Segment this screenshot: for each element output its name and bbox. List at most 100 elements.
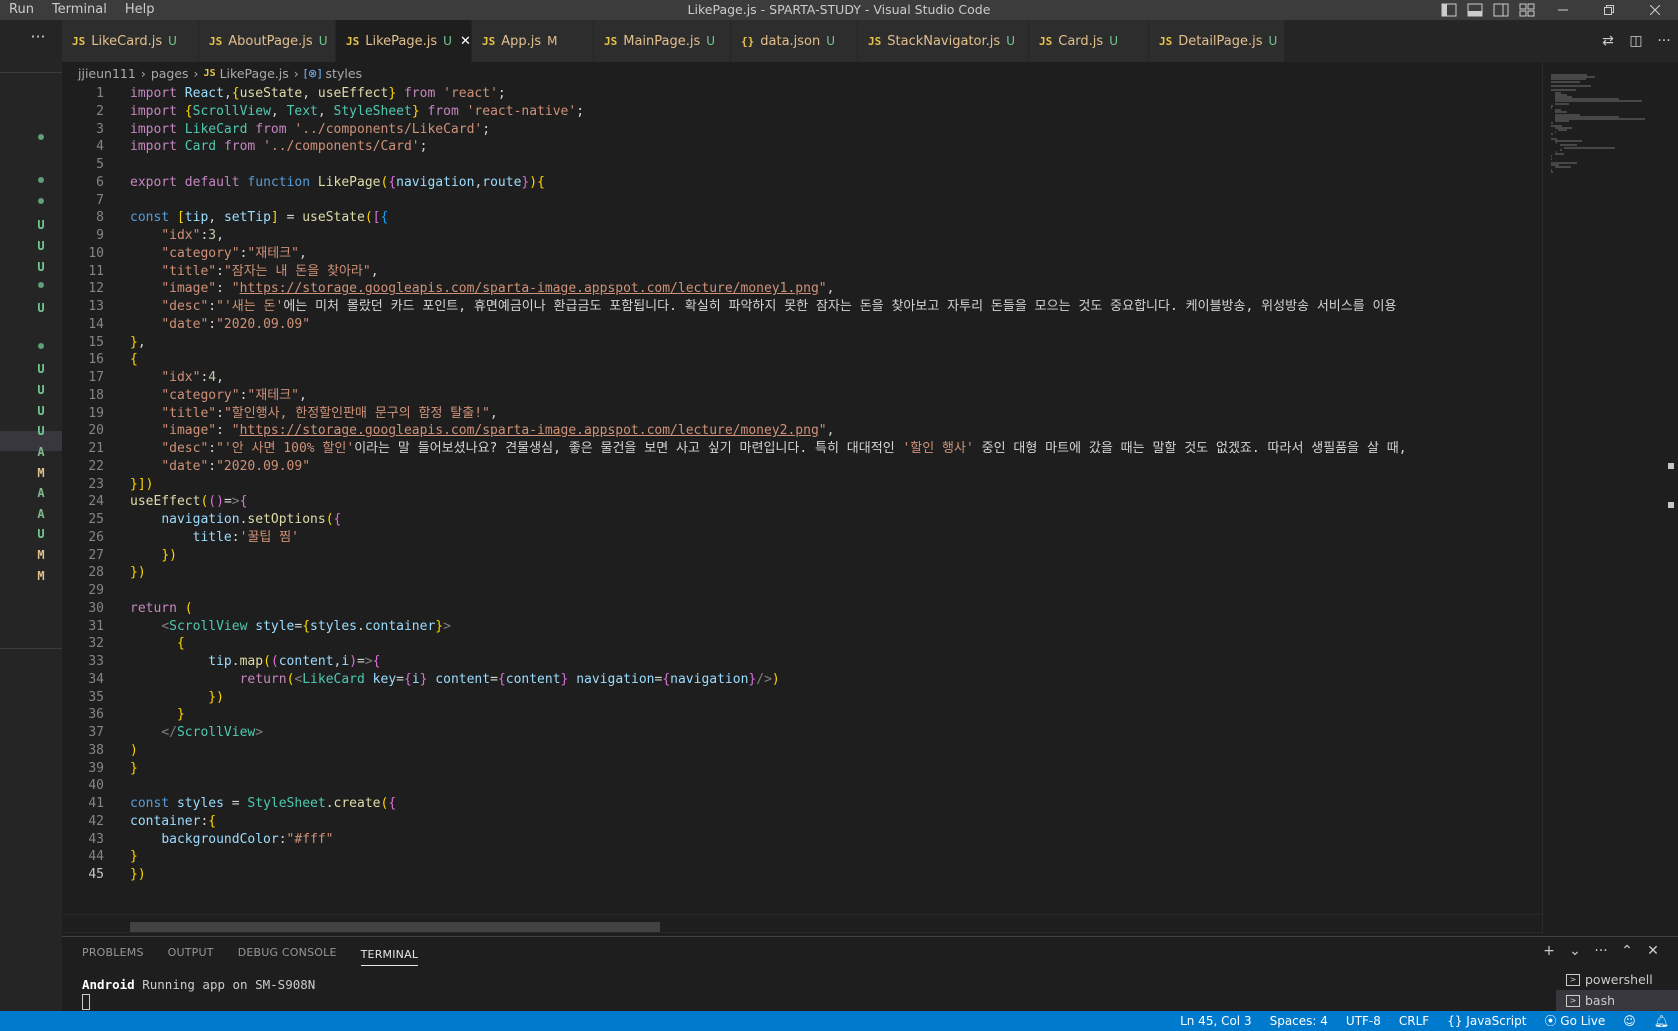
tab-detailpage[interactable]: JS DetailPage.js U (1149, 20, 1285, 62)
more-actions-icon[interactable]: ··· (1650, 33, 1678, 49)
feedback-icon[interactable]: ☺ (1614, 1011, 1645, 1031)
code-line[interactable]: 43 backgroundColor:"#fff" (62, 830, 1542, 849)
encoding[interactable]: UTF-8 (1337, 1011, 1390, 1031)
minimap[interactable] (1542, 62, 1678, 934)
cursor-position[interactable]: Ln 45, Col 3 (1171, 1011, 1261, 1031)
code-line[interactable]: 42 container:{ (62, 812, 1542, 831)
code-line[interactable]: 34 return(<LikeCard key={i} content={con… (62, 670, 1542, 689)
toggle-secondary-sidebar-icon[interactable] (1488, 0, 1514, 20)
code-line[interactable]: 27 }) (62, 546, 1542, 565)
close-panel-icon[interactable]: ✕ (1640, 943, 1666, 959)
code-line[interactable]: 13 "desc":"'새는 돈'에는 미처 몰랐던 카드 포인트, 휴면예금이… (62, 297, 1542, 316)
tab-terminal[interactable]: TERMINAL (360, 940, 419, 966)
code-line[interactable]: 29 (62, 581, 1542, 600)
more-actions-icon[interactable]: ··· (28, 29, 48, 50)
code-line[interactable]: 32 { (62, 634, 1542, 653)
close-window-icon[interactable] (1632, 0, 1678, 20)
tab-aboutpage[interactable]: JS AboutPage.js U (199, 20, 336, 62)
terminal-powershell[interactable]: > powershell (1556, 969, 1678, 990)
code-line[interactable]: 2 import {ScrollView, Text, StyleSheet} f… (62, 102, 1542, 121)
tab-datajson[interactable]: {} data.json U (731, 20, 858, 62)
code-line[interactable]: 24 useEffect(()=>{ (62, 492, 1542, 511)
new-terminal-icon[interactable]: + (1536, 943, 1562, 959)
code-line[interactable]: 17 "idx":4, (62, 368, 1542, 387)
split-editor-icon[interactable]: ◫ (1622, 33, 1650, 49)
restore-icon[interactable] (1586, 0, 1632, 20)
code-line[interactable]: 30 return ( (62, 599, 1542, 618)
chevron-down-icon[interactable]: ⌄ (1562, 943, 1588, 959)
code-line[interactable]: 19 "title":"할인행사, 한정할인판매 문구의 함정 탈출!", (62, 404, 1542, 423)
code-line[interactable]: 15}, (62, 333, 1542, 352)
toggle-panel-icon[interactable] (1462, 0, 1488, 20)
breadcrumb-symbol[interactable]: styles (326, 66, 363, 81)
code-line[interactable]: 25 navigation.setOptions({ (62, 510, 1542, 529)
code-line[interactable]: 1 import React,{useState, useEffect} from… (62, 84, 1542, 103)
code-line[interactable]: 4 import Card from '../components/Card'; (62, 137, 1542, 156)
code-line[interactable]: 38) (62, 741, 1542, 760)
code-line[interactable]: 31 <ScrollView style={styles.container}> (62, 617, 1542, 636)
code-line[interactable]: 36 } (62, 705, 1542, 724)
code-line[interactable]: 5 (62, 155, 1542, 174)
code-line[interactable]: 7 (62, 191, 1542, 210)
menu-run[interactable]: Run (0, 0, 43, 20)
code-line[interactable]: 35 }) (62, 688, 1542, 707)
code-line[interactable]: 11 "title":"잠자는 내 돈을 찾아라", (62, 262, 1542, 281)
code-line[interactable]: 23}]) (62, 475, 1542, 494)
close-tab-icon[interactable]: ✕ (460, 34, 471, 49)
notifications-bell-icon[interactable]: 🔔︎ (1645, 1011, 1678, 1031)
code-line[interactable]: 3 import LikeCard from '../components/Lik… (62, 120, 1542, 139)
code-line[interactable]: 6 export default function LikePage({navig… (62, 173, 1542, 192)
compare-changes-icon[interactable]: ⇄ (1594, 33, 1622, 49)
terminal-bash[interactable]: > bash (1556, 990, 1678, 1011)
tab-likecard[interactable]: JS LikeCard.js U (62, 20, 199, 62)
code-line[interactable]: 45}) (62, 865, 1542, 884)
code-line[interactable]: 26 title:'꿀팁 찜' (62, 528, 1542, 547)
tab-output[interactable]: OUTPUT (168, 937, 214, 969)
customize-layout-icon[interactable] (1514, 0, 1540, 20)
tab-likepage[interactable]: JS LikePage.js U ✕ (336, 20, 472, 62)
toggle-sidebar-icon[interactable] (1436, 0, 1462, 20)
code-line[interactable]: 10 "category":"재테크", (62, 244, 1542, 263)
code-line[interactable]: 20 "image": "https://storage.googleapis.… (62, 421, 1542, 440)
code-text: export default function LikePage({naviga… (130, 174, 545, 190)
tab-problems[interactable]: PROBLEMS (82, 937, 144, 969)
minimize-icon[interactable] (1540, 0, 1586, 20)
code-line[interactable]: 39} (62, 759, 1542, 778)
active-file-row[interactable] (0, 431, 62, 451)
code-line[interactable]: 33 tip.map((content,i)=>{ (62, 652, 1542, 671)
menu-help[interactable]: Help (116, 0, 164, 20)
maximize-panel-icon[interactable]: ⌃ (1614, 943, 1640, 959)
menu-terminal[interactable]: Terminal (43, 0, 116, 20)
more-actions-icon[interactable]: ··· (1588, 943, 1614, 959)
breadcrumb-file[interactable]: LikePage.js (220, 66, 289, 81)
tab-stacknavigator[interactable]: JS StackNavigator.js U (858, 20, 1029, 62)
tab-mainpage[interactable]: JS MainPage.js U (594, 20, 731, 62)
code-line[interactable]: 9 "idx":3, (62, 226, 1542, 245)
indentation[interactable]: Spaces: 4 (1261, 1011, 1337, 1031)
code-line[interactable]: 28}) (62, 563, 1542, 582)
code-line[interactable]: 16 { (62, 350, 1542, 369)
tab-debug-console[interactable]: DEBUG CONSOLE (238, 937, 337, 969)
code-line[interactable]: 18 "category":"재테크", (62, 386, 1542, 405)
code-line[interactable]: 41 const styles = StyleSheet.create({ (62, 794, 1542, 813)
code-line[interactable]: 12 "image": "https://storage.googleapis.… (62, 279, 1542, 298)
code-line[interactable]: 44} (62, 847, 1542, 866)
horizontal-scrollbar[interactable] (130, 922, 660, 932)
language-mode[interactable]: {} JavaScript (1438, 1011, 1535, 1031)
code-editor[interactable]: 1 import React,{useState, useEffect} from… (62, 84, 1542, 936)
breadcrumb-folder[interactable]: pages (151, 66, 189, 81)
breadcrumb-root[interactable]: jjieun111 (78, 66, 136, 81)
code-line[interactable]: 8 const [tip, setTip] = useState([{ (62, 208, 1542, 227)
code-line[interactable]: 22 "date":"2020.09.09" (62, 457, 1542, 476)
terminal-output[interactable]: Android Running app on SM-S908N (82, 977, 315, 992)
code-line[interactable]: 21 "desc":"'안 사면 100% 할인'이라는 말 들어보셨나요? 견… (62, 439, 1542, 458)
json-file-icon: {} (741, 34, 755, 48)
tab-card[interactable]: JS Card.js U (1029, 20, 1149, 62)
go-live-button[interactable]: ⦿ Go Live (1535, 1011, 1614, 1031)
code-line[interactable]: 37 </ScrollView> (62, 723, 1542, 742)
end-of-line[interactable]: CRLF (1390, 1011, 1438, 1031)
code-line[interactable]: 40 (62, 776, 1542, 795)
tab-app[interactable]: JS App.js M (472, 20, 594, 62)
code-line[interactable]: 14 "date":"2020.09.09" (62, 315, 1542, 334)
line-number: 20 (88, 423, 104, 439)
